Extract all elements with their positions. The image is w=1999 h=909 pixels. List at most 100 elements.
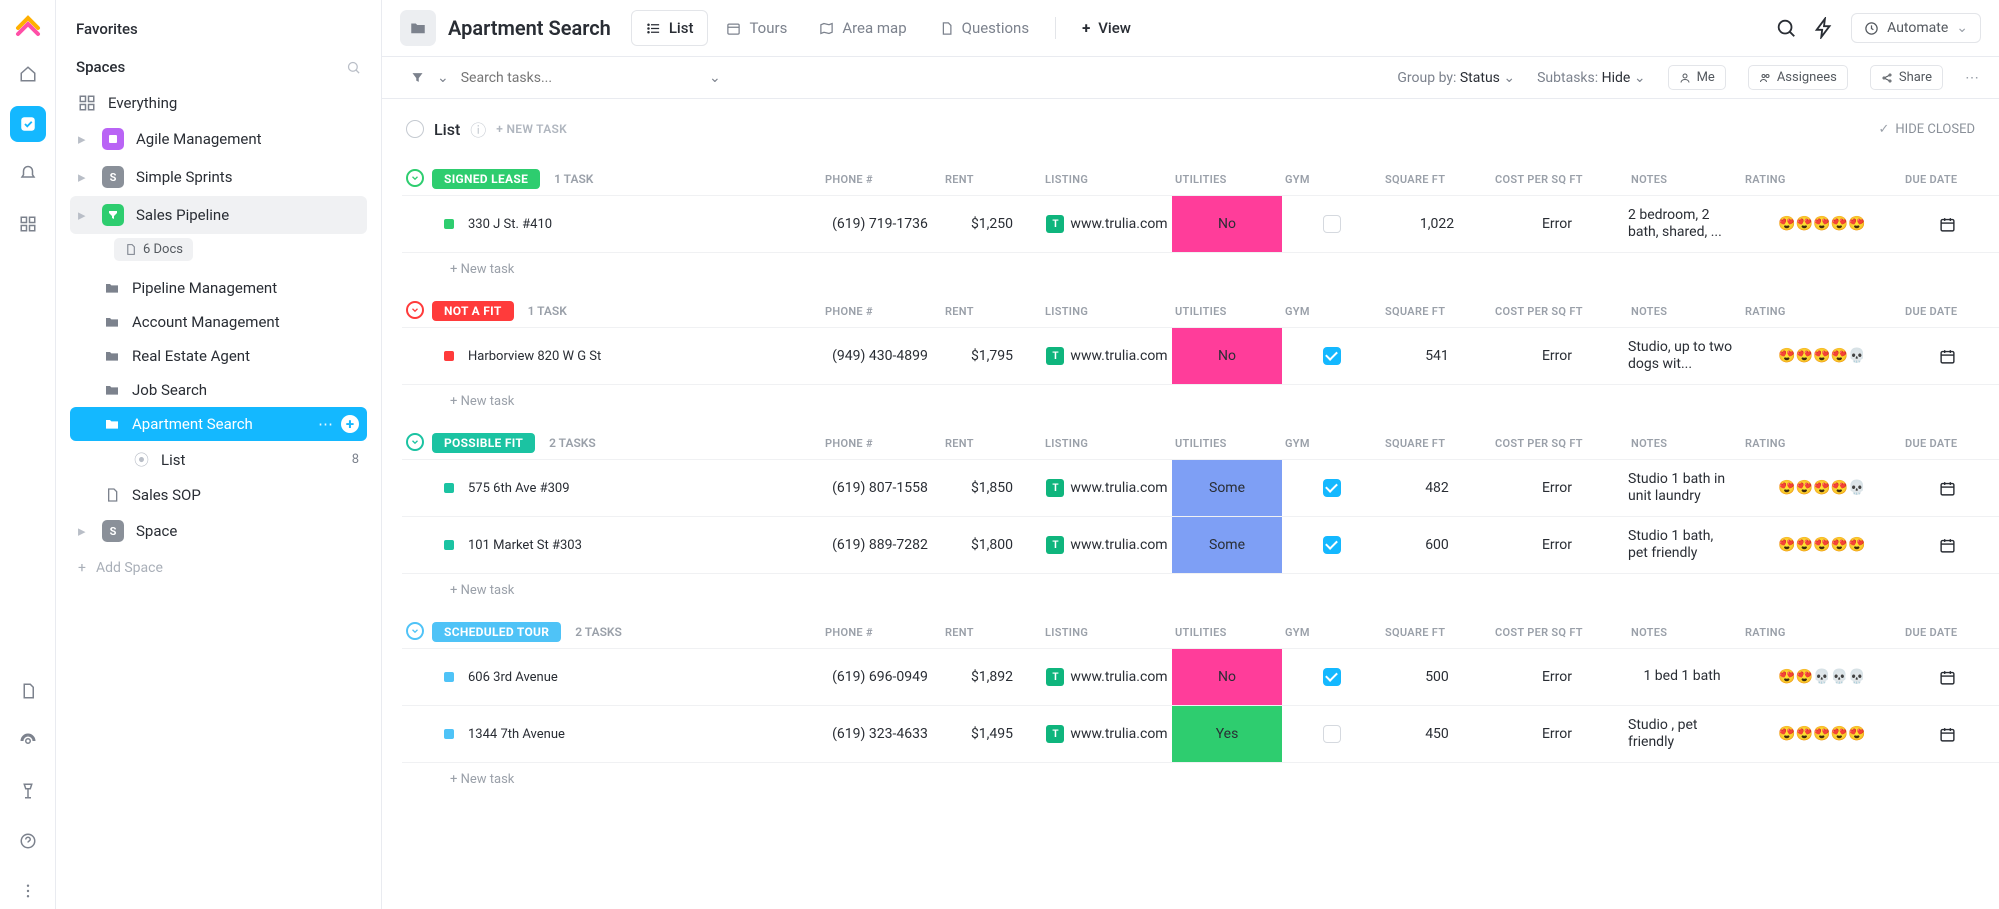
checkbox-checked[interactable] [1323, 668, 1341, 686]
cell-listing[interactable]: Twww.trulia.com [1042, 536, 1172, 554]
docs-icon[interactable] [10, 673, 46, 709]
cell-due-date[interactable] [1902, 726, 1992, 743]
list-child[interactable]: ⦿List8 [70, 441, 367, 478]
cell-utilities[interactable]: No [1172, 196, 1282, 252]
cell-due-date[interactable] [1902, 669, 1992, 686]
more-icon[interactable] [10, 873, 46, 909]
status-chip[interactable]: POSSIBLE FIT [432, 433, 535, 453]
cell-listing[interactable]: Twww.trulia.com [1042, 347, 1172, 365]
cell-due-date[interactable] [1902, 537, 1992, 554]
folder-realestate[interactable]: Real Estate Agent [70, 339, 367, 373]
dots-icon[interactable]: ⋯ [318, 415, 333, 433]
cell-listing[interactable]: Twww.trulia.com [1042, 725, 1172, 743]
checkbox-unchecked[interactable] [1323, 725, 1341, 743]
assignees-button[interactable]: Assignees [1748, 65, 1848, 90]
cell-utilities[interactable]: Yes [1172, 706, 1282, 762]
table-row[interactable]: 575 6th Ave #309 (619) 807-1558 $1,850 T… [402, 459, 1999, 517]
collapse-icon[interactable] [406, 433, 424, 451]
table-row[interactable]: 330 J St. #410 (619) 719-1736 $1,250 Tww… [402, 195, 1999, 253]
folder-jobsearch[interactable]: Job Search [70, 373, 367, 407]
folder-apartment-search[interactable]: Apartment Search ⋯+ [70, 407, 367, 441]
col-header: PHONE # [825, 437, 945, 451]
add-task[interactable]: + New task [402, 573, 1999, 602]
spaces-header[interactable]: Spaces [76, 58, 125, 76]
cell-listing[interactable]: Twww.trulia.com [1042, 668, 1172, 686]
more-icon[interactable]: ⋯ [1965, 70, 1979, 86]
add-icon[interactable]: + [341, 415, 359, 433]
add-task[interactable]: + New task [402, 252, 1999, 281]
tasks-icon[interactable] [10, 106, 46, 142]
goals-icon[interactable] [10, 773, 46, 809]
space-generic[interactable]: ▸SSpace [70, 512, 367, 550]
everything-item[interactable]: Everything [70, 86, 367, 120]
folder-account[interactable]: Account Management [70, 305, 367, 339]
favorites-header[interactable]: Favorites [70, 10, 367, 48]
checkbox-checked[interactable] [1323, 536, 1341, 554]
cell-utilities[interactable]: Some [1172, 517, 1282, 573]
notifications-icon[interactable] [10, 156, 46, 192]
apps-icon[interactable] [10, 206, 46, 242]
add-task[interactable]: + New task [402, 762, 1999, 791]
filter-icon[interactable] [410, 70, 425, 85]
me-button[interactable]: Me [1668, 65, 1726, 90]
tab-tours[interactable]: Tours [712, 11, 801, 45]
pulse-icon[interactable] [10, 723, 46, 759]
space-agile[interactable]: ▸Agile Management [70, 120, 367, 158]
cell-utilities[interactable]: No [1172, 649, 1282, 705]
checkbox-checked[interactable] [1323, 347, 1341, 365]
table-row[interactable]: 606 3rd Avenue (619) 696-0949 $1,892 Tww… [402, 648, 1999, 706]
tab-list[interactable]: List [631, 10, 709, 46]
subtasks[interactable]: Subtasks: Hide ⌄ [1537, 70, 1645, 86]
cell-due-date[interactable] [1902, 348, 1992, 365]
cell-utilities[interactable]: No [1172, 328, 1282, 384]
docs-pill[interactable]: 6 Docs [114, 238, 193, 261]
search-icon[interactable] [1775, 17, 1797, 39]
cell-rating: 😍😍😍😍😍 [1742, 537, 1902, 553]
status-circle-icon [406, 120, 424, 138]
share-button[interactable]: Share [1870, 65, 1943, 90]
home-icon[interactable] [10, 56, 46, 92]
space-sales-pipeline[interactable]: ▸Sales Pipeline [70, 196, 367, 234]
help-icon[interactable] [10, 823, 46, 859]
status-chip[interactable]: SIGNED LEASE [432, 169, 540, 189]
group-by[interactable]: Group by: Status ⌄ [1397, 70, 1515, 86]
sales-sop[interactable]: Sales SOP [70, 478, 367, 512]
status-group: SIGNED LEASE 1 TASK PHONE #RENTLISTINGUT… [402, 163, 1999, 281]
new-task-button[interactable]: + NEW TASK [496, 122, 567, 136]
table-row[interactable]: 101 Market St #303 (619) 889-7282 $1,800… [402, 516, 1999, 574]
add-task[interactable]: + New task [402, 384, 1999, 413]
cell-due-date[interactable] [1902, 216, 1992, 233]
col-header: DUE DATE [1905, 173, 1995, 187]
automate-button[interactable]: Automate⌄ [1851, 13, 1981, 43]
checkbox-unchecked[interactable] [1323, 215, 1341, 233]
space-simple-sprints[interactable]: ▸SSimple Sprints [70, 158, 367, 196]
task-name: 575 6th Ave #309 [468, 481, 570, 496]
tab-questions[interactable]: Questions [925, 11, 1043, 45]
chevron-down-icon[interactable]: ⌄ [437, 70, 449, 86]
search-input[interactable] [461, 70, 641, 86]
tab-area-map[interactable]: Area map [805, 11, 920, 45]
collapse-icon[interactable] [406, 169, 424, 187]
search-icon[interactable] [346, 60, 361, 75]
cell-rent: $1,250 [942, 216, 1042, 232]
status-chip[interactable]: NOT A FIT [432, 301, 514, 321]
collapse-icon[interactable] [406, 301, 424, 319]
folder-pipeline[interactable]: Pipeline Management [70, 271, 367, 305]
status-chip[interactable]: SCHEDULED TOUR [432, 622, 561, 642]
bolt-icon[interactable] [1813, 17, 1835, 39]
hide-closed[interactable]: ✓HIDE CLOSED [1879, 122, 1976, 137]
table-row[interactable]: Harborview 820 W G St (949) 430-4899 $1,… [402, 327, 1999, 385]
cell-listing[interactable]: Twww.trulia.com [1042, 215, 1172, 233]
chevron-down-icon[interactable]: ⌄ [709, 70, 721, 86]
table-row[interactable]: 1344 7th Avenue (619) 323-4633 $1,495 Tw… [402, 705, 1999, 763]
cell-due-date[interactable] [1902, 480, 1992, 497]
cell-gym [1282, 479, 1382, 497]
cell-utilities[interactable]: Some [1172, 460, 1282, 516]
app-logo[interactable] [14, 14, 42, 42]
checkbox-checked[interactable] [1323, 479, 1341, 497]
add-space[interactable]: +Add Space [70, 550, 367, 586]
cell-listing[interactable]: Twww.trulia.com [1042, 479, 1172, 497]
collapse-icon[interactable] [406, 622, 424, 640]
add-view[interactable]: +View [1068, 11, 1145, 45]
info-icon[interactable]: ⓘ [470, 117, 486, 141]
